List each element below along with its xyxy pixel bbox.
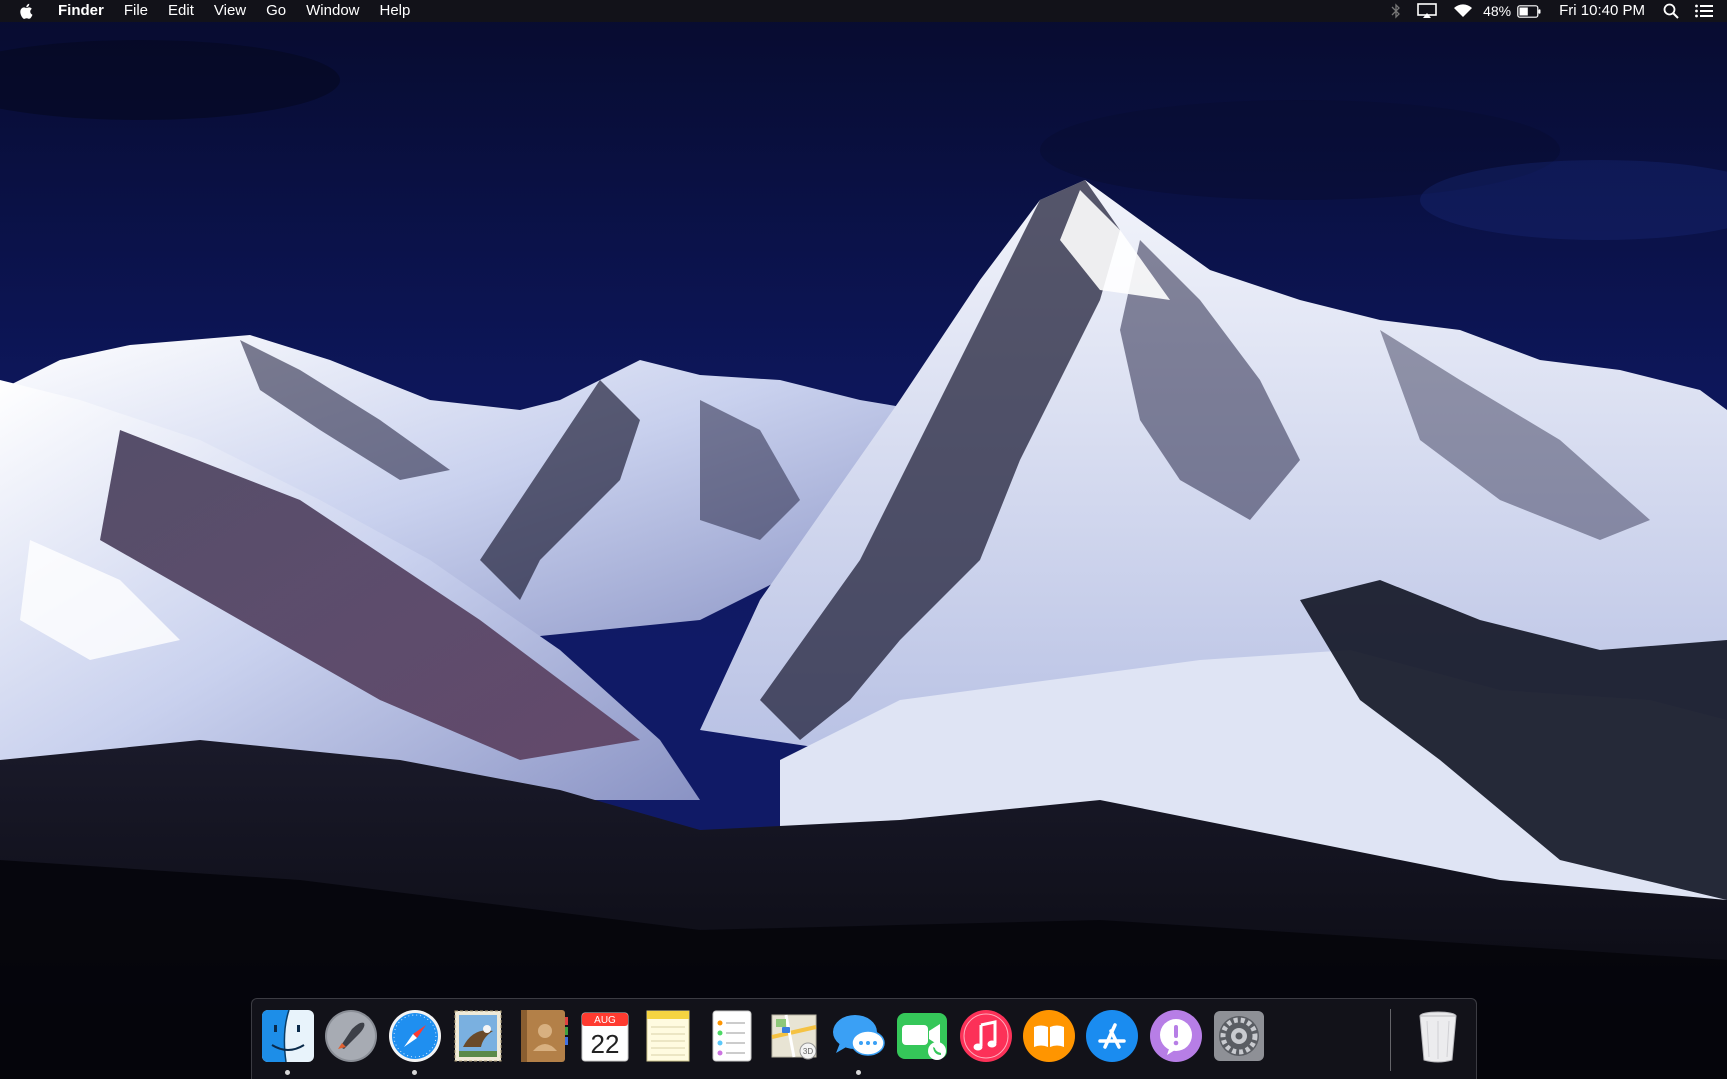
running-indicator bbox=[856, 1070, 861, 1075]
menu-edit[interactable]: Edit bbox=[158, 0, 204, 22]
launchpad-icon bbox=[325, 1010, 377, 1062]
dock-item-facetime[interactable] bbox=[892, 1007, 952, 1069]
dock-item-calendar[interactable]: AUG 22 bbox=[575, 1007, 635, 1069]
menu-bar-clock[interactable]: Fri 10:40 PM bbox=[1559, 0, 1645, 22]
running-indicator bbox=[412, 1070, 417, 1075]
contacts-icon bbox=[521, 1010, 568, 1062]
mail-icon bbox=[454, 1010, 502, 1062]
dock-item-finder[interactable] bbox=[258, 1007, 318, 1075]
wifi-icon[interactable] bbox=[1453, 0, 1473, 22]
dock-item-maps[interactable]: 3D bbox=[765, 1007, 825, 1069]
dock-item-itunes[interactable] bbox=[956, 1007, 1016, 1069]
menu-window[interactable]: Window bbox=[296, 0, 369, 22]
ibooks-icon bbox=[1023, 1010, 1075, 1062]
calendar-day: 22 bbox=[591, 1029, 620, 1059]
dock: AUG 22 3D bbox=[251, 998, 1477, 1079]
dock-item-notes[interactable] bbox=[638, 1007, 698, 1069]
safari-icon bbox=[389, 1010, 441, 1062]
spotlight-icon[interactable] bbox=[1663, 0, 1679, 22]
airplay-icon[interactable] bbox=[1417, 0, 1437, 22]
dock-item-ibooks[interactable] bbox=[1019, 1007, 1079, 1069]
dock-item-app-store[interactable] bbox=[1082, 1007, 1142, 1069]
app-store-icon bbox=[1086, 1010, 1138, 1062]
apple-menu-icon[interactable] bbox=[18, 1, 38, 21]
system-preferences-icon bbox=[1214, 1011, 1264, 1061]
dock-item-safari[interactable] bbox=[385, 1007, 445, 1075]
maps-icon: 3D bbox=[771, 1014, 817, 1060]
finder-icon bbox=[262, 1009, 314, 1063]
menu-help[interactable]: Help bbox=[370, 0, 421, 22]
reminders-icon bbox=[712, 1010, 752, 1062]
svg-text:3D: 3D bbox=[803, 1047, 813, 1056]
menu-app-finder[interactable]: Finder bbox=[56, 0, 114, 22]
dock-item-system-preferences[interactable] bbox=[1209, 1007, 1269, 1069]
itunes-icon bbox=[960, 1010, 1012, 1062]
menu-view[interactable]: View bbox=[204, 0, 256, 22]
calendar-icon: AUG 22 bbox=[581, 1012, 629, 1062]
dock-item-contacts[interactable] bbox=[512, 1007, 572, 1069]
notification-center-icon[interactable] bbox=[1695, 0, 1713, 22]
dock-separator bbox=[1390, 1009, 1391, 1071]
battery-icon[interactable] bbox=[1517, 0, 1541, 22]
dock-item-messages[interactable] bbox=[829, 1007, 889, 1075]
dock-item-reminders[interactable] bbox=[702, 1007, 762, 1069]
facetime-icon bbox=[897, 1013, 947, 1060]
dock-item-launchpad[interactable] bbox=[321, 1007, 381, 1069]
calendar-month: AUG bbox=[594, 1015, 616, 1026]
battery-percent[interactable]: 48% bbox=[1483, 0, 1511, 22]
menu-file[interactable]: File bbox=[114, 0, 158, 22]
trash-icon bbox=[1419, 1011, 1457, 1063]
running-indicator bbox=[285, 1070, 290, 1075]
bluetooth-icon[interactable] bbox=[1391, 0, 1401, 22]
notes-icon bbox=[646, 1010, 690, 1062]
dock-item-feedback-assistant[interactable] bbox=[1146, 1007, 1206, 1069]
menu-go[interactable]: Go bbox=[256, 0, 296, 22]
feedback-icon bbox=[1150, 1010, 1202, 1062]
dock-item-mail[interactable] bbox=[448, 1007, 508, 1069]
messages-icon bbox=[833, 1015, 885, 1056]
desktop-wallpaper bbox=[0, 0, 1727, 1079]
menu-bar: Finder File Edit View Go Window Help 48%… bbox=[0, 0, 1727, 22]
dock-item-trash[interactable] bbox=[1408, 1007, 1468, 1069]
